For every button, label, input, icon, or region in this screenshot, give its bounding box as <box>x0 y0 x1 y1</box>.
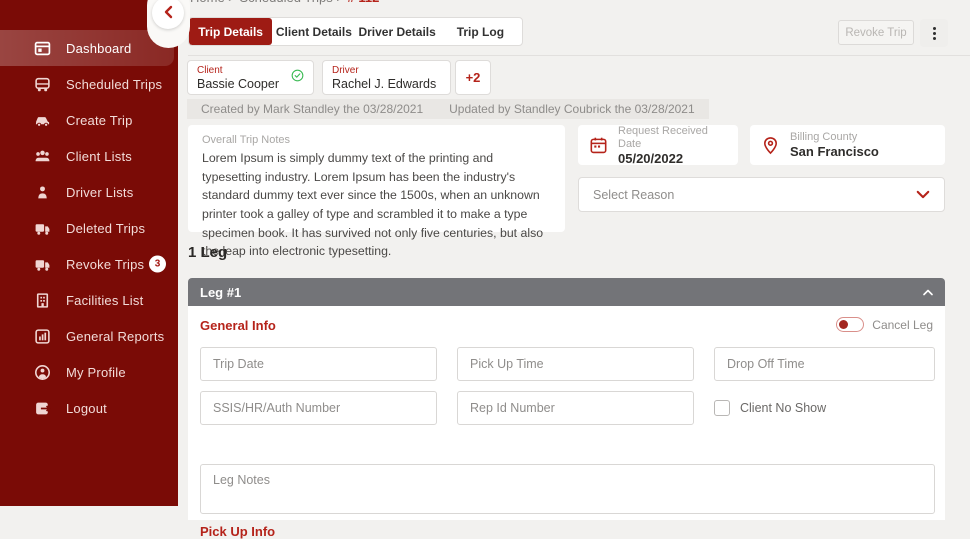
dropoff-time-input[interactable] <box>714 347 935 381</box>
sidebar-item-label: Facilities List <box>66 293 143 308</box>
pickup-time-input[interactable] <box>457 347 694 381</box>
chart-icon <box>34 328 51 345</box>
pick-up-info-heading: Pick Up Info <box>200 524 275 539</box>
trip-date-input[interactable] <box>200 347 437 381</box>
tab-trip-log[interactable]: Trip Log <box>439 18 522 45</box>
sidebar-item-create-trip[interactable]: Create Trip <box>0 102 178 138</box>
sidebar-item-revoke-trips[interactable]: Revoke Trips 3 <box>0 246 178 282</box>
tab-driver-details[interactable]: Driver Details <box>356 18 439 45</box>
breadcrumb-current: # 112 <box>348 0 380 5</box>
leg-notes-textarea[interactable] <box>200 464 935 514</box>
leg-accordion-header[interactable]: Leg #1 <box>188 278 945 306</box>
notes-label: Overall Trip Notes <box>202 134 551 146</box>
sidebar-item-label: Scheduled Trips <box>66 77 162 92</box>
check-circle-icon <box>291 69 304 86</box>
auth-number-input[interactable] <box>200 391 437 425</box>
client-no-show-checkbox[interactable] <box>714 400 730 416</box>
revoke-trip-button[interactable]: Revoke Trip <box>838 20 914 45</box>
sidebar-item-my-profile[interactable]: My Profile <box>0 354 178 390</box>
kebab-menu-icon[interactable] <box>920 19 948 47</box>
cancel-leg-toggle[interactable] <box>836 317 864 332</box>
sidebar-item-label: Deleted Trips <box>66 221 145 236</box>
car-icon <box>34 112 51 129</box>
sidebar-item-label: Client Lists <box>66 149 132 164</box>
building-icon <box>34 292 51 309</box>
detail-tabs: Trip Details Client Details Driver Detai… <box>188 17 523 46</box>
request-received-date-card: Request Received Date 05/20/2022 <box>578 125 738 165</box>
chevron-left-icon <box>163 5 173 22</box>
overall-trip-notes-card: Overall Trip Notes Lorem Ipsum is simply… <box>188 125 565 232</box>
sidebar-item-client-lists[interactable]: Client Lists <box>0 138 178 174</box>
tab-trip-details[interactable]: Trip Details <box>189 18 272 45</box>
cancel-leg-label: Cancel Leg <box>872 318 933 332</box>
client-no-show-label: Client No Show <box>740 401 826 415</box>
sidebar-item-label: Dashboard <box>66 41 131 56</box>
sidebar-item-general-reports[interactable]: General Reports <box>0 318 178 354</box>
truck-icon <box>34 220 51 237</box>
driver-chip-value: Rachel J. Edwards <box>332 77 436 91</box>
sidebar-item-label: Logout <box>66 401 107 416</box>
notes-text: Lorem Ipsum is simply dummy text of the … <box>202 149 551 261</box>
main-content: Home > Scheduled Trips > # 112 Trip Deta… <box>178 0 970 506</box>
truck-revoke-icon <box>34 256 51 273</box>
map-pin-icon <box>761 136 780 155</box>
sidebar-item-facilities-list[interactable]: Facilities List <box>0 282 178 318</box>
sidebar-item-label: Driver Lists <box>66 185 133 200</box>
sidebar-item-label: Create Trip <box>66 113 133 128</box>
toggle-knob <box>839 320 848 329</box>
sidebar-item-driver-lists[interactable]: Driver Lists <box>0 174 178 210</box>
chevron-up-icon <box>923 283 933 301</box>
driver-icon <box>34 184 51 201</box>
leg-body: General Info Cancel Leg Client No Show P… <box>188 306 945 520</box>
client-chip[interactable]: Client Bassie Cooper <box>187 60 314 95</box>
created-by-text: Created by Mark Standley the 03/28/2021 <box>201 102 423 116</box>
driver-chip[interactable]: Driver Rachel J. Edwards <box>322 60 451 95</box>
dashboard-icon <box>34 40 51 57</box>
legs-count-heading: 1 Leg <box>188 244 227 261</box>
calendar-icon <box>589 136 608 155</box>
profile-icon <box>34 364 51 381</box>
revoke-trips-badge: 3 <box>149 256 166 273</box>
trip-meta-bar: Created by Mark Standley the 03/28/2021 … <box>187 99 709 119</box>
breadcrumb: Home > Scheduled Trips > # 112 <box>190 0 379 5</box>
breadcrumb-path[interactable]: Home > Scheduled Trips > <box>190 0 344 5</box>
select-reason-placeholder: Select Reason <box>593 188 916 202</box>
people-icon <box>34 148 51 165</box>
billing-county-card: Billing County San Francisco <box>750 125 945 165</box>
sidebar-item-deleted-trips[interactable]: Deleted Trips <box>0 210 178 246</box>
billing-county-value: San Francisco <box>790 144 879 159</box>
request-date-value: 05/20/2022 <box>618 151 727 166</box>
more-participants-chip[interactable]: +2 <box>455 60 491 95</box>
select-reason-dropdown[interactable]: Select Reason <box>578 177 945 212</box>
sidebar-item-label: My Profile <box>66 365 126 380</box>
rep-id-input[interactable] <box>457 391 694 425</box>
sidebar-item-label: Revoke Trips <box>66 257 144 272</box>
general-info-fields: Client No Show <box>200 347 935 425</box>
sidebar-item-logout[interactable]: Logout <box>0 390 178 426</box>
client-chip-value: Bassie Cooper <box>197 77 279 91</box>
sidebar-item-dashboard[interactable]: Dashboard <box>0 30 174 66</box>
sidebar-item-label: General Reports <box>66 329 164 344</box>
tab-client-details[interactable]: Client Details <box>272 18 355 45</box>
general-info-heading: General Info <box>200 318 935 333</box>
chevron-down-icon <box>916 186 930 204</box>
leg-title: Leg #1 <box>200 285 923 300</box>
client-no-show-cell: Client No Show <box>714 391 935 425</box>
cancel-leg-control: Cancel Leg <box>836 317 933 332</box>
sidebar: Dashboard Scheduled Trips Create Trip Cl… <box>0 0 178 506</box>
client-chip-label: Client <box>197 65 279 77</box>
updated-by-text: Updated by Standley Coubrick the 03/28/2… <box>449 102 695 116</box>
bus-icon <box>34 76 51 93</box>
driver-chip-label: Driver <box>332 65 436 77</box>
request-date-label: Request Received Date <box>618 125 727 151</box>
leg-panel: Leg #1 General Info Cancel Leg Client No… <box>188 278 945 520</box>
billing-county-label: Billing County <box>790 131 879 144</box>
logout-icon <box>34 400 51 417</box>
header-divider <box>188 55 970 56</box>
sidebar-item-scheduled-trips[interactable]: Scheduled Trips <box>0 66 178 102</box>
